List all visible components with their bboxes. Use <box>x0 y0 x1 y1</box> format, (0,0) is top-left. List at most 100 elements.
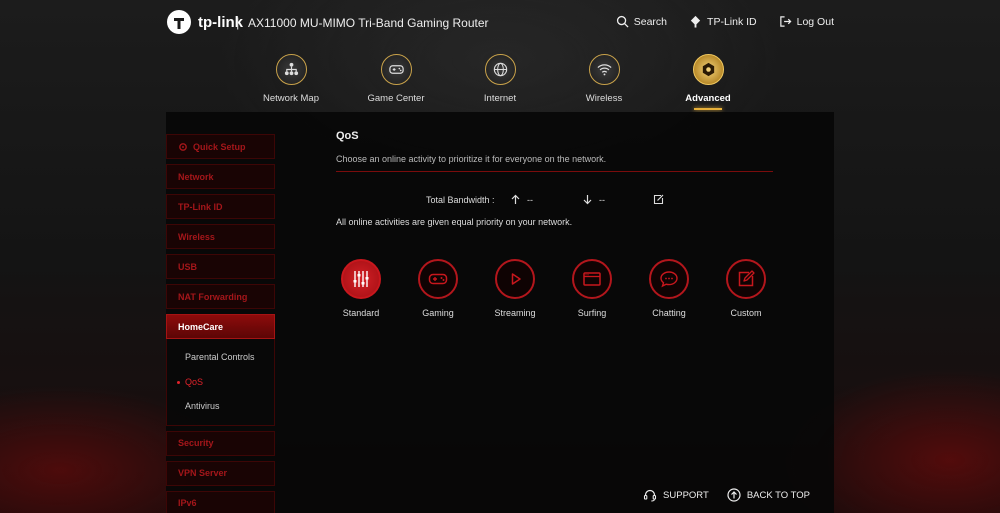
browser-icon <box>583 272 601 286</box>
tplink-id-icon <box>690 15 701 28</box>
support-link[interactable]: SUPPORT <box>643 488 709 502</box>
sidebar-item-label: Security <box>178 438 214 448</box>
sidebar-subitem-parental-controls[interactable]: Parental Controls <box>167 345 274 370</box>
sidebar-item-tplink-id[interactable]: TP-Link ID <box>166 194 275 219</box>
activity-custom[interactable]: Custom <box>719 259 773 318</box>
homecare-submenu: Parental Controls QoS Antivirus <box>166 339 275 426</box>
sidebar-item-quick-setup[interactable]: Quick Setup <box>166 134 275 159</box>
back-to-top-link[interactable]: BACK TO TOP <box>727 488 810 502</box>
activity-circle <box>572 259 612 299</box>
nav-network-map[interactable]: Network Map <box>246 54 336 104</box>
bandwidth-label: Total Bandwidth : <box>426 195 495 205</box>
top-links: Search TP-Link ID Log Out <box>616 15 834 28</box>
nav-internet[interactable]: Internet <box>455 54 545 104</box>
sidebar-item-nat-forwarding[interactable]: NAT Forwarding <box>166 284 275 309</box>
play-icon <box>511 273 521 285</box>
device-title: AX11000 MU-MIMO Tri-Band Gaming Router <box>248 16 489 30</box>
activity-chatting[interactable]: Chatting <box>642 259 696 318</box>
activity-selector: Standard Gaming Streaming Surfing Chatti… <box>341 259 773 319</box>
page-subtitle: Choose an online activity to prioritize … <box>336 154 607 164</box>
wifi-icon <box>596 64 612 76</box>
activity-circle <box>341 259 381 299</box>
back-to-top-label: BACK TO TOP <box>746 489 810 501</box>
sidebar-item-vpn-server[interactable]: VPN Server <box>166 460 275 486</box>
main-nav: Network Map Game Center Internet Wireles… <box>250 54 780 114</box>
activity-label: Custom <box>730 308 762 318</box>
edit-bandwidth-button[interactable] <box>653 194 664 207</box>
nav-circle <box>380 54 412 85</box>
download-bandwidth: -- <box>582 194 605 205</box>
sidebar-item-label: Quick Setup <box>193 141 246 152</box>
active-nav-indicator <box>694 108 722 110</box>
total-bandwidth: Total Bandwidth : -- -- <box>426 194 676 208</box>
nav-game-center[interactable]: Game Center <box>351 54 441 104</box>
nav-circle <box>692 54 724 85</box>
nav-label: Wireless <box>585 93 623 104</box>
sidebar-subitem-antivirus[interactable]: Antivirus <box>167 394 274 419</box>
activity-circle <box>726 259 766 299</box>
activity-label: Standard <box>342 308 380 318</box>
sidebar-item-security[interactable]: Security <box>166 430 275 456</box>
search-link[interactable]: Search <box>616 15 667 28</box>
nav-label: Game Center <box>367 93 425 104</box>
upload-value: -- <box>527 194 533 205</box>
advanced-gear-icon <box>702 62 714 77</box>
edit-icon <box>653 194 664 205</box>
sidebar-item-network[interactable]: Network <box>166 164 275 189</box>
support-label: SUPPORT <box>663 489 709 501</box>
chat-bubble-icon <box>660 271 678 288</box>
activity-gaming[interactable]: Gaming <box>411 259 465 318</box>
activity-standard[interactable]: Standard <box>334 259 388 318</box>
sidebar-item-usb[interactable]: USB <box>166 254 275 279</box>
nav-circle <box>588 54 620 85</box>
nav-label: Network Map <box>263 93 319 104</box>
nav-wireless[interactable]: Wireless <box>559 54 649 104</box>
arrow-up-icon <box>511 194 520 204</box>
sidebar-item-label: USB <box>178 261 198 272</box>
activity-label: Surfing <box>577 308 607 318</box>
sidebar-item-label: Network <box>178 171 214 182</box>
logout-link[interactable]: Log Out <box>779 15 834 28</box>
search-link-label: Search <box>633 15 668 28</box>
logout-link-label: Log Out <box>796 15 834 28</box>
nav-label: Advanced <box>685 93 731 104</box>
title-divider <box>336 171 773 172</box>
activity-circle <box>649 259 689 299</box>
activity-streaming[interactable]: Streaming <box>488 259 542 318</box>
sidebar-subitem-qos[interactable]: QoS <box>167 370 274 395</box>
sidebar: Quick Setup Network TP-Link ID Wireless … <box>166 134 275 513</box>
globe-icon <box>493 62 507 77</box>
activity-circle <box>495 259 535 299</box>
sidebar-item-wireless[interactable]: Wireless <box>166 224 275 249</box>
activity-surfing[interactable]: Surfing <box>565 259 619 318</box>
tplink-id-link[interactable]: TP-Link ID <box>689 15 757 28</box>
sidebar-item-label: HomeCare <box>178 321 224 332</box>
logout-icon <box>779 16 792 27</box>
download-value: -- <box>599 194 605 205</box>
nav-label: Internet <box>483 93 517 104</box>
nav-advanced[interactable]: Advanced <box>663 54 753 110</box>
edit-icon <box>738 270 755 287</box>
tplink-logo-icon <box>167 10 191 34</box>
activity-label: Gaming <box>422 308 454 318</box>
headset-icon <box>643 489 657 502</box>
tplink-id-link-label: TP-Link ID <box>707 15 757 28</box>
upload-bandwidth: -- <box>510 194 533 205</box>
gamepad-icon <box>428 273 448 285</box>
equalizer-icon <box>353 271 369 287</box>
sidebar-item-ipv6[interactable]: IPv6 <box>166 490 275 513</box>
tplink-logo: tp-link <box>166 9 243 35</box>
sidebar-item-homecare[interactable]: HomeCare <box>166 314 275 339</box>
title-separator: | <box>236 15 240 30</box>
arrow-up-circle-icon <box>727 488 741 502</box>
sidebar-item-label: VPN Server <box>178 468 228 478</box>
arrow-down-icon <box>583 195 592 205</box>
page-title: QoS <box>336 130 359 142</box>
main-panel: Quick Setup Network TP-Link ID Wireless … <box>166 112 834 513</box>
sidebar-item-label: Wireless <box>178 231 215 242</box>
activity-label: Chatting <box>652 308 686 318</box>
sidebar-item-label: IPv6 <box>178 498 197 508</box>
nav-circle <box>484 54 516 85</box>
qos-content: QoS Choose an online activity to priorit… <box>336 130 773 318</box>
search-icon <box>616 15 629 28</box>
